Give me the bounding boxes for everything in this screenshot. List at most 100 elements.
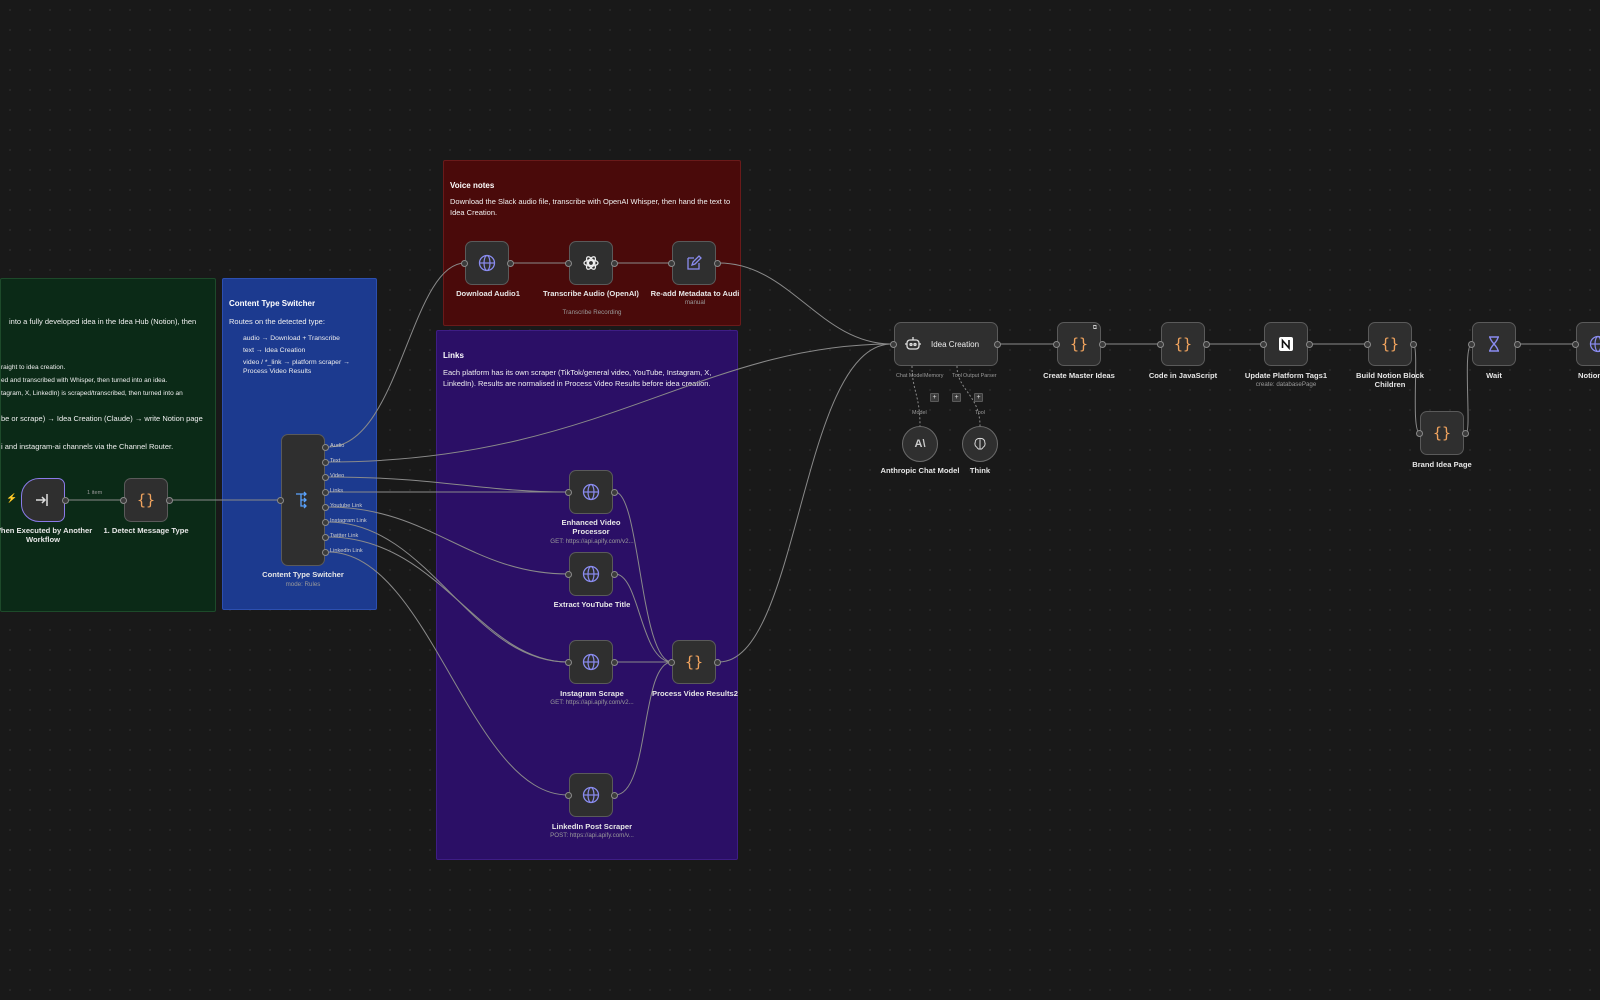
output-port[interactable] [507,260,514,267]
think-tool-node[interactable] [962,426,998,462]
switch-output-label: Links [330,488,344,494]
readd-metadata-node[interactable] [672,241,716,285]
output-port[interactable] [611,659,618,666]
node-subtitle: GET: https://api.apify.com/v2... [550,699,634,706]
edge-label: Model [912,410,927,416]
svg-text:{}: {} [685,653,703,671]
switch-output-label: Youtube Link [330,503,363,509]
switch-output-port[interactable] [322,504,329,511]
output-port[interactable] [714,260,721,267]
node-label: Re-add Metadata to Audi [650,289,740,298]
switch-output-port[interactable] [322,474,329,481]
input-port[interactable] [277,497,284,504]
svg-text:{}: {} [1433,424,1451,442]
extract-youtube-title-node[interactable] [569,552,613,596]
wait-node[interactable] [1472,322,1516,366]
openai-icon [583,256,599,270]
svg-text:{}: {} [1174,335,1192,353]
sticky-list-item: text → Idea Creation [243,346,306,354]
output-port[interactable] [611,792,618,799]
switch-output-port[interactable] [322,489,329,496]
node-label: Enhanced Video Processor [561,518,621,536]
switch-output-port[interactable] [322,549,329,556]
output-port[interactable] [1306,341,1313,348]
node-label: Brand Idea Page [1412,460,1472,469]
input-port[interactable] [1468,341,1475,348]
output-port[interactable] [611,489,618,496]
input-port[interactable] [1364,341,1371,348]
input-port[interactable] [565,659,572,666]
build-notion-block-children-node[interactable]: {} [1368,322,1412,366]
code-in-javascript-node[interactable]: {} [1161,322,1205,366]
node-label: Update Platform Tags1 [1244,371,1328,380]
node-label: Extract YouTube Title [553,600,631,609]
input-port[interactable] [668,260,675,267]
input-port[interactable] [1416,430,1423,437]
output-port[interactable] [714,659,721,666]
connection [718,343,893,663]
node-label: Wait [1486,371,1502,380]
input-port[interactable] [565,792,572,799]
input-port[interactable] [1053,341,1060,348]
globe-icon [582,786,600,804]
add-tool-button[interactable]: + [952,393,961,402]
output-port[interactable] [994,341,1001,348]
create-master-ideas-node[interactable]: {} ⧉ [1057,322,1101,366]
node-subtitle: mode: Rules [285,581,321,588]
enhanced-video-processor-node[interactable] [569,470,613,514]
globe-icon [582,653,600,671]
input-port[interactable] [565,571,572,578]
input-port[interactable] [120,497,127,504]
detect-message-type-node[interactable]: {} [124,478,168,522]
switch-output-port[interactable] [322,519,329,526]
process-video-results-node[interactable]: {} [672,640,716,684]
input-port[interactable] [890,341,897,348]
input-port[interactable] [1260,341,1267,348]
output-port[interactable] [1410,341,1417,348]
switch-output-label: Video [330,473,345,479]
anthropic-chat-model-node[interactable]: A\ [902,426,938,462]
notion-partial-node[interactable] [1576,322,1600,366]
switch-output-port[interactable] [322,459,329,466]
switch-output-port[interactable] [322,534,329,541]
output-port[interactable] [1099,341,1106,348]
add-memory-button[interactable]: + [930,393,939,402]
output-port[interactable] [611,571,618,578]
add-output-parser-button[interactable]: + [974,393,983,402]
globe-icon [582,483,600,501]
sticky-note-overview[interactable]: into a fully developed idea in the Idea … [0,278,216,612]
output-port[interactable] [1462,430,1469,437]
trigger-bolt-icon: ⚡ [6,493,18,503]
brand-idea-page-node[interactable]: {} [1420,411,1464,455]
input-port[interactable] [1572,341,1579,348]
svg-text:{}: {} [137,491,155,509]
input-port[interactable] [1157,341,1164,348]
trigger-node[interactable] [21,478,65,522]
sticky-list-item: audio → Download + Transcribe [243,335,340,342]
transcribe-audio-node[interactable] [569,241,613,285]
input-port[interactable] [565,260,572,267]
output-port[interactable] [611,260,618,267]
instagram-scrape-node[interactable] [569,640,613,684]
node-label: Download Audio1 [456,289,520,298]
download-audio-node[interactable] [465,241,509,285]
linkedin-post-scraper-node[interactable] [569,773,613,817]
node-label: Code in JavaScript [1148,371,1218,380]
output-port[interactable] [166,497,173,504]
input-port[interactable] [565,489,572,496]
idea-creation-agent-node[interactable]: Idea Creation [894,322,998,366]
output-port[interactable] [1203,341,1210,348]
brain-icon [974,437,986,450]
robot-icon [905,337,921,350]
sticky-text: ed and transcribed with Whisper, then tu… [1,377,168,384]
node-label: Notion [1578,371,1600,380]
switch-output-port[interactable] [322,444,329,451]
output-port[interactable] [1514,341,1521,348]
input-port[interactable] [461,260,468,267]
update-platform-tags-node[interactable] [1264,322,1308,366]
output-port[interactable] [62,497,69,504]
input-port[interactable] [668,659,675,666]
anthropic-icon: A\ [914,438,926,450]
node-subtitle: manual [684,299,706,306]
content-type-switcher-node[interactable] [281,434,325,566]
